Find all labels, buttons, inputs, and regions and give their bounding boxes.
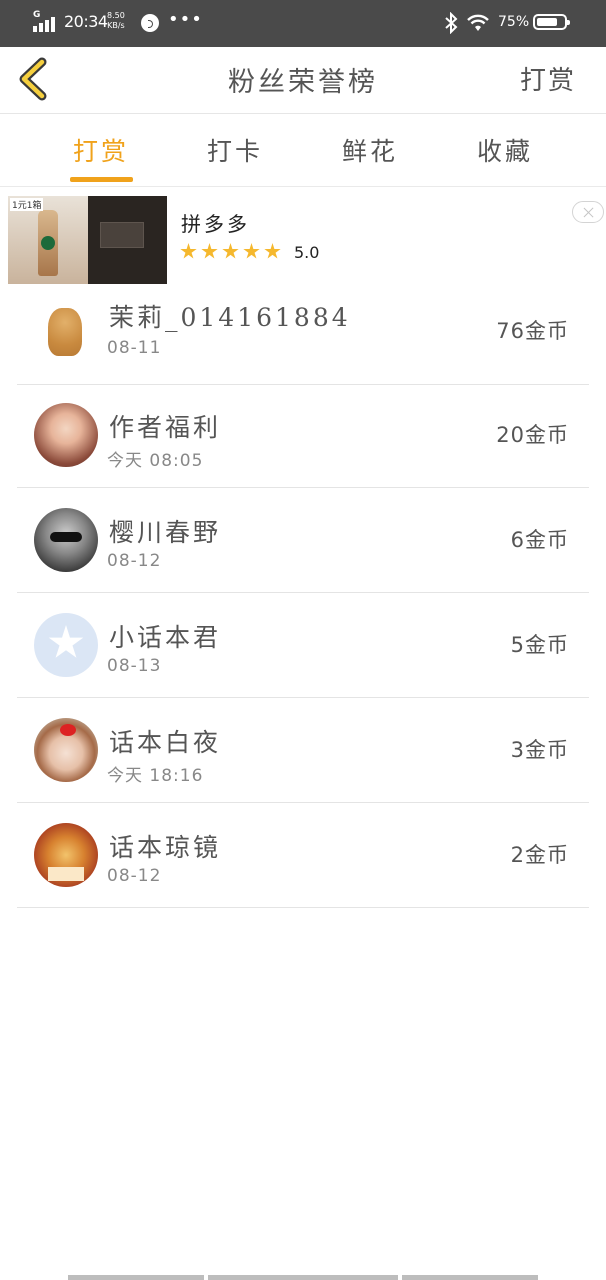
supporter-amount: 5金币 — [510, 633, 569, 657]
tab-favorites[interactable]: 收藏 — [455, 132, 555, 168]
supporter-name: 小话本君 — [109, 623, 222, 652]
supporter-row[interactable]: 话本白夜 今天 18:16 3金币 — [17, 698, 589, 803]
ad-close-button[interactable] — [572, 201, 604, 223]
gesture-bar-right — [402, 1275, 538, 1280]
supporter-date: 08-12 — [107, 551, 162, 571]
supporter-date: 08-13 — [107, 656, 162, 676]
tab-checkin[interactable]: 打卡 — [185, 132, 285, 168]
anime-girl-avatar — [34, 403, 98, 467]
supporter-name: 樱川春野 — [109, 518, 222, 547]
tab-flowers[interactable]: 鲜花 — [320, 132, 420, 168]
supporter-amount: 2金币 — [510, 843, 569, 867]
ad-image-badge: 1元1箱 — [10, 198, 44, 211]
nfc-icon — [141, 14, 159, 32]
book-cover-avatar — [34, 823, 98, 887]
supporter-row[interactable]: 茉莉_014161884 08-11 76金币 — [17, 280, 589, 385]
ad-image[interactable]: 1元1箱 — [8, 196, 167, 284]
ad-banner[interactable]: 1元1箱 拼多多 5.0 — [8, 195, 606, 285]
supporter-amount: 76金币 — [496, 319, 569, 343]
network-type: G — [33, 10, 41, 20]
ad-rating-value: 5.0 — [294, 243, 320, 262]
supporter-amount: 20金币 — [496, 423, 569, 447]
cellular-signal-icon: G — [33, 10, 59, 32]
supporter-date: 08-12 — [107, 866, 162, 886]
speed-value: 8.50 — [107, 11, 125, 20]
network-speed: 8.50 KB/s — [107, 11, 125, 31]
supporter-name: 话本白夜 — [109, 728, 222, 757]
supporter-row[interactable]: 作者福利 今天 08:05 20金币 — [17, 383, 589, 488]
supporter-date: 今天 18:16 — [107, 766, 204, 786]
page-title: 粉丝荣誉榜 — [228, 67, 378, 98]
battery-percent: 75% — [498, 14, 530, 30]
ad-star-rating — [180, 243, 285, 263]
gesture-bar-center — [208, 1275, 398, 1280]
gesture-bar-left — [68, 1275, 204, 1280]
supporter-row[interactable]: 话本琼镜 08-12 2金币 — [17, 803, 589, 908]
supporter-name: 作者福利 — [109, 413, 222, 442]
star-icon — [201, 243, 218, 259]
star-icon — [180, 243, 197, 259]
supporter-amount: 6金币 — [510, 528, 569, 552]
wifi-icon — [467, 14, 489, 31]
more-notifications-icon: ••• — [168, 9, 203, 30]
battery-level-fill — [537, 18, 557, 26]
tab-reward[interactable]: 打赏 — [51, 132, 151, 168]
reward-button[interactable]: 打赏 — [520, 60, 576, 97]
girl-with-bow-avatar — [34, 718, 98, 782]
supporter-amount: 3金币 — [510, 738, 569, 762]
clock: 20:34 — [64, 12, 108, 31]
supporter-name: 话本琼镜 — [109, 833, 222, 862]
star-icon — [222, 243, 239, 259]
star-icon — [243, 243, 260, 259]
golden-retriever-avatar — [34, 300, 98, 364]
supporter-row[interactable]: 樱川春野 08-12 6金币 — [17, 488, 589, 593]
supporter-row[interactable]: 小话本君 08-13 5金币 — [17, 593, 589, 698]
speed-unit: KB/s — [107, 21, 125, 30]
ad-app-name: 拼多多 — [181, 212, 250, 236]
star-icon — [264, 243, 281, 259]
supporter-name: 茉莉_014161884 — [109, 303, 351, 332]
supporter-date: 今天 08:05 — [107, 451, 204, 471]
bluetooth-icon — [445, 12, 458, 34]
supporter-date: 08-11 — [107, 338, 162, 358]
app-logo-avatar — [34, 613, 98, 677]
nav-bar: 粉丝荣誉榜 打赏 — [0, 47, 606, 114]
tab-bar: 打赏 打卡 鲜花 收藏 — [0, 114, 606, 187]
active-tab-indicator — [70, 177, 133, 182]
battery-icon — [533, 14, 570, 30]
masked-person-avatar — [34, 508, 98, 572]
status-bar: G 20:34 8.50 KB/s ••• 75% — [0, 0, 606, 47]
